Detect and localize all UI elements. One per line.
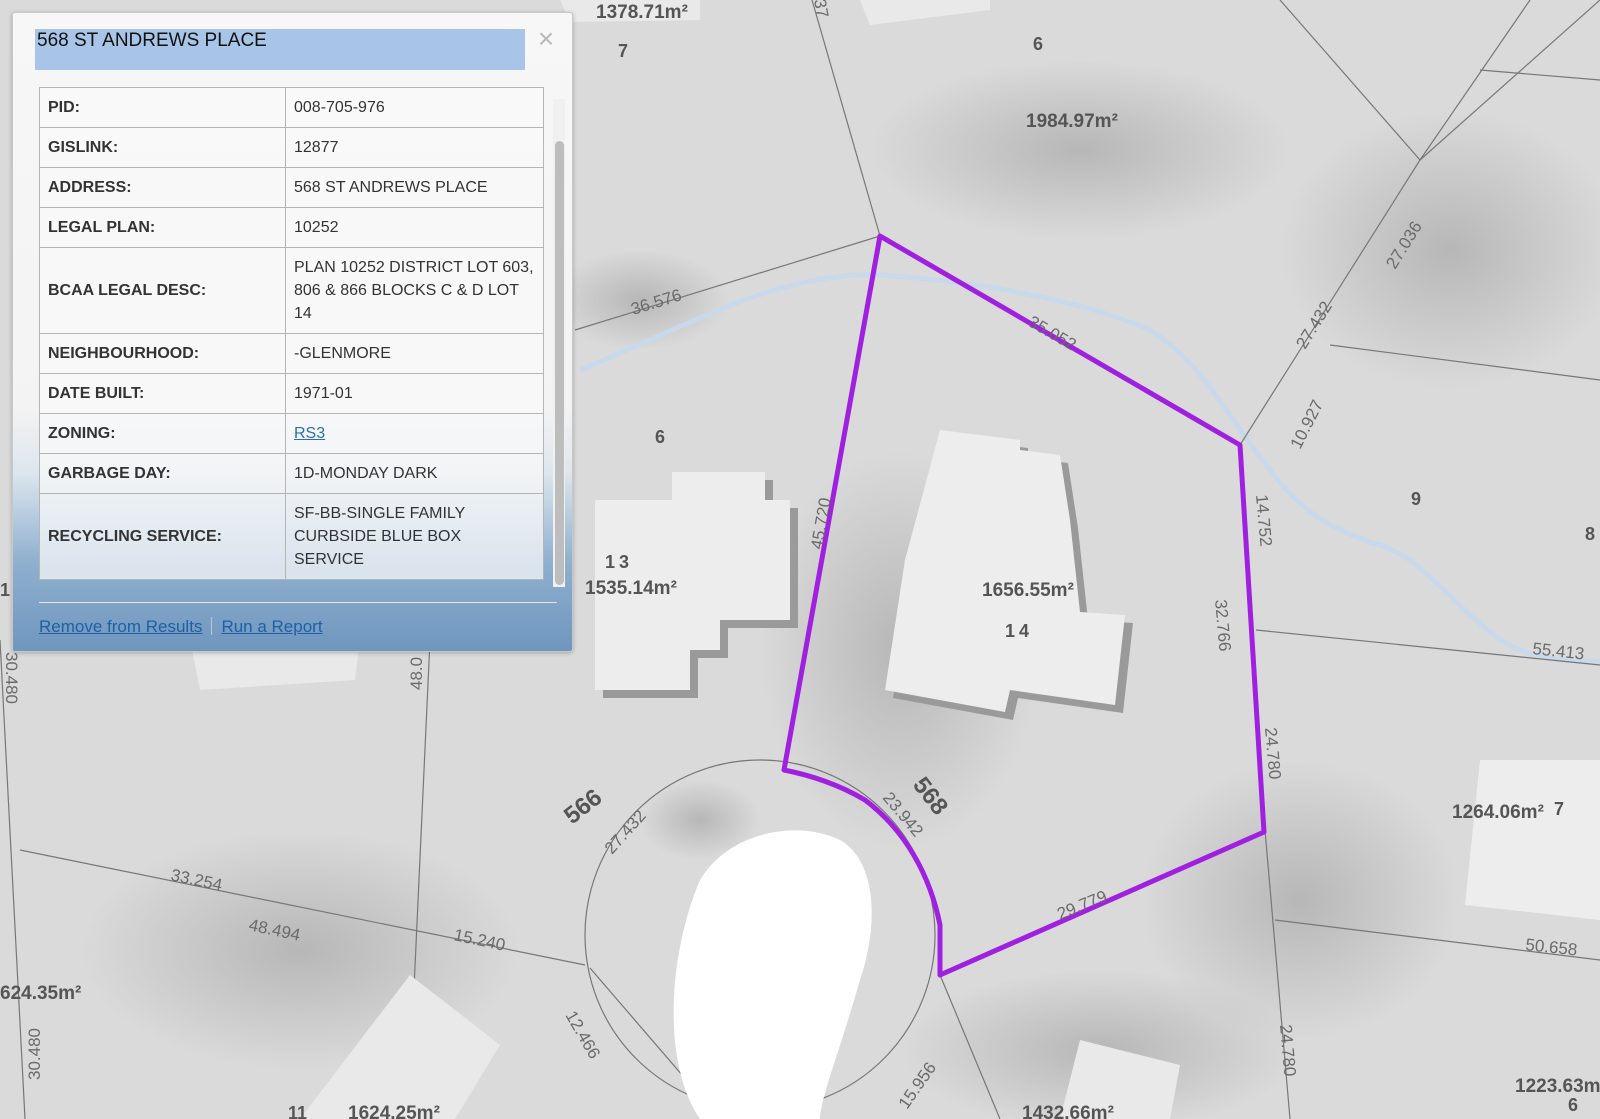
table-row: RECYCLING SERVICE: SF-BB-SINGLE FAMILY C… — [39, 493, 544, 580]
popup-actions: Remove from Results Run a Report — [39, 617, 323, 637]
lot-number-label: 7 — [1554, 799, 1564, 819]
attribute-label: RECYCLING SERVICE: — [39, 493, 286, 580]
lot-area-label: 1624.25m² — [348, 1103, 440, 1119]
lot-number-label: 8 — [1585, 524, 1595, 544]
table-row: ADDRESS: 568 ST ANDREWS PLACE — [39, 167, 544, 208]
lot-area-label: 1264.06m² — [1452, 802, 1544, 823]
lot-number-label: 9 — [1411, 489, 1421, 509]
close-icon[interactable]: × — [533, 25, 559, 53]
run-report-link[interactable]: Run a Report — [221, 617, 322, 636]
divider — [39, 602, 557, 603]
attribute-label: DATE BUILT: — [39, 373, 286, 414]
lot-number-label: 6 — [1033, 34, 1043, 54]
lot-area-label: 1656.55m² — [982, 580, 1074, 601]
table-row: GARBAGE DAY: 1D-MONDAY DARK — [39, 453, 544, 494]
attribute-label: LEGAL PLAN: — [39, 207, 286, 248]
lot-number-label: 6 — [1568, 1095, 1578, 1115]
lot-number-label: 1 — [0, 580, 10, 600]
table-row: DATE BUILT: 1971-01 — [39, 373, 544, 414]
lot-area-label: 1432.66m² — [1022, 1103, 1114, 1119]
attribute-label: ZONING: — [39, 413, 286, 454]
lot-area-label: 1223.63m — [1515, 1076, 1600, 1097]
lot-number-label: 6 — [655, 427, 665, 447]
attribute-label: GARBAGE DAY: — [39, 453, 286, 494]
table-row: PID: 008-705-976 — [39, 87, 544, 128]
lot-number-label: 14 — [1005, 621, 1033, 641]
lot-dimension-label: 30.480 — [2, 652, 21, 704]
attribute-value: -GLENMORE — [285, 333, 544, 374]
attribute-value: SF-BB-SINGLE FAMILY CURBSIDE BLUE BOX SE… — [285, 493, 544, 580]
popup-title: 568 ST ANDREWS PLACE — [35, 29, 525, 70]
attribute-value: 008-705-976 — [285, 87, 544, 128]
lot-area-label: 1535.14m² — [585, 578, 677, 599]
table-row: ZONING: RS3 — [39, 413, 544, 454]
table-row: GISLINK: 12877 — [39, 127, 544, 168]
lot-dimension-label: 37 — [810, 0, 832, 19]
attribute-value: 1971-01 — [285, 373, 544, 414]
lot-area-label: 1984.97m² — [1026, 111, 1118, 132]
attribute-label: PID: — [39, 87, 286, 128]
attribute-table: PID: 008-705-976 GISLINK: 12877 ADDRESS:… — [39, 87, 544, 580]
attribute-label: BCAA LEGAL DESC: — [39, 247, 286, 334]
lot-number-label: 11 — [288, 1103, 307, 1119]
lot-area-label: 624.35m² — [0, 983, 81, 1004]
lot-dimension-label: 30.480 — [25, 1028, 44, 1080]
table-row: NEIGHBOURHOOD: -GLENMORE — [39, 333, 544, 374]
parcel-info-popup: 568 ST ANDREWS PLACE × PID: 008-705-976 … — [12, 12, 573, 652]
lot-number-label: 13 — [605, 552, 633, 572]
attribute-label: ADDRESS: — [39, 167, 286, 208]
attribute-value: 568 ST ANDREWS PLACE — [285, 167, 544, 208]
link-separator — [211, 617, 213, 635]
lot-area-label: 1378.71m² — [596, 2, 688, 23]
attribute-value: 1D-MONDAY DARK — [285, 453, 544, 494]
attribute-label: GISLINK: — [39, 127, 286, 168]
lot-number-label: 7 — [618, 41, 628, 61]
attribute-table-container[interactable]: PID: 008-705-976 GISLINK: 12877 ADDRESS:… — [39, 87, 559, 587]
attribute-value: 12877 — [285, 127, 544, 168]
lot-dimension-label: 48.0 — [407, 657, 426, 690]
table-row: BCAA LEGAL DESC: PLAN 10252 DISTRICT LOT… — [39, 247, 544, 334]
attribute-value: 10252 — [285, 207, 544, 248]
zoning-link[interactable]: RS3 — [294, 425, 325, 442]
table-row: LEGAL PLAN: 10252 — [39, 207, 544, 248]
attribute-value: PLAN 10252 DISTRICT LOT 603, 806 & 866 B… — [285, 247, 544, 334]
remove-from-results-link[interactable]: Remove from Results — [39, 617, 202, 636]
attribute-label: NEIGHBOURHOOD: — [39, 333, 286, 374]
scrollbar-thumb[interactable] — [555, 141, 564, 585]
